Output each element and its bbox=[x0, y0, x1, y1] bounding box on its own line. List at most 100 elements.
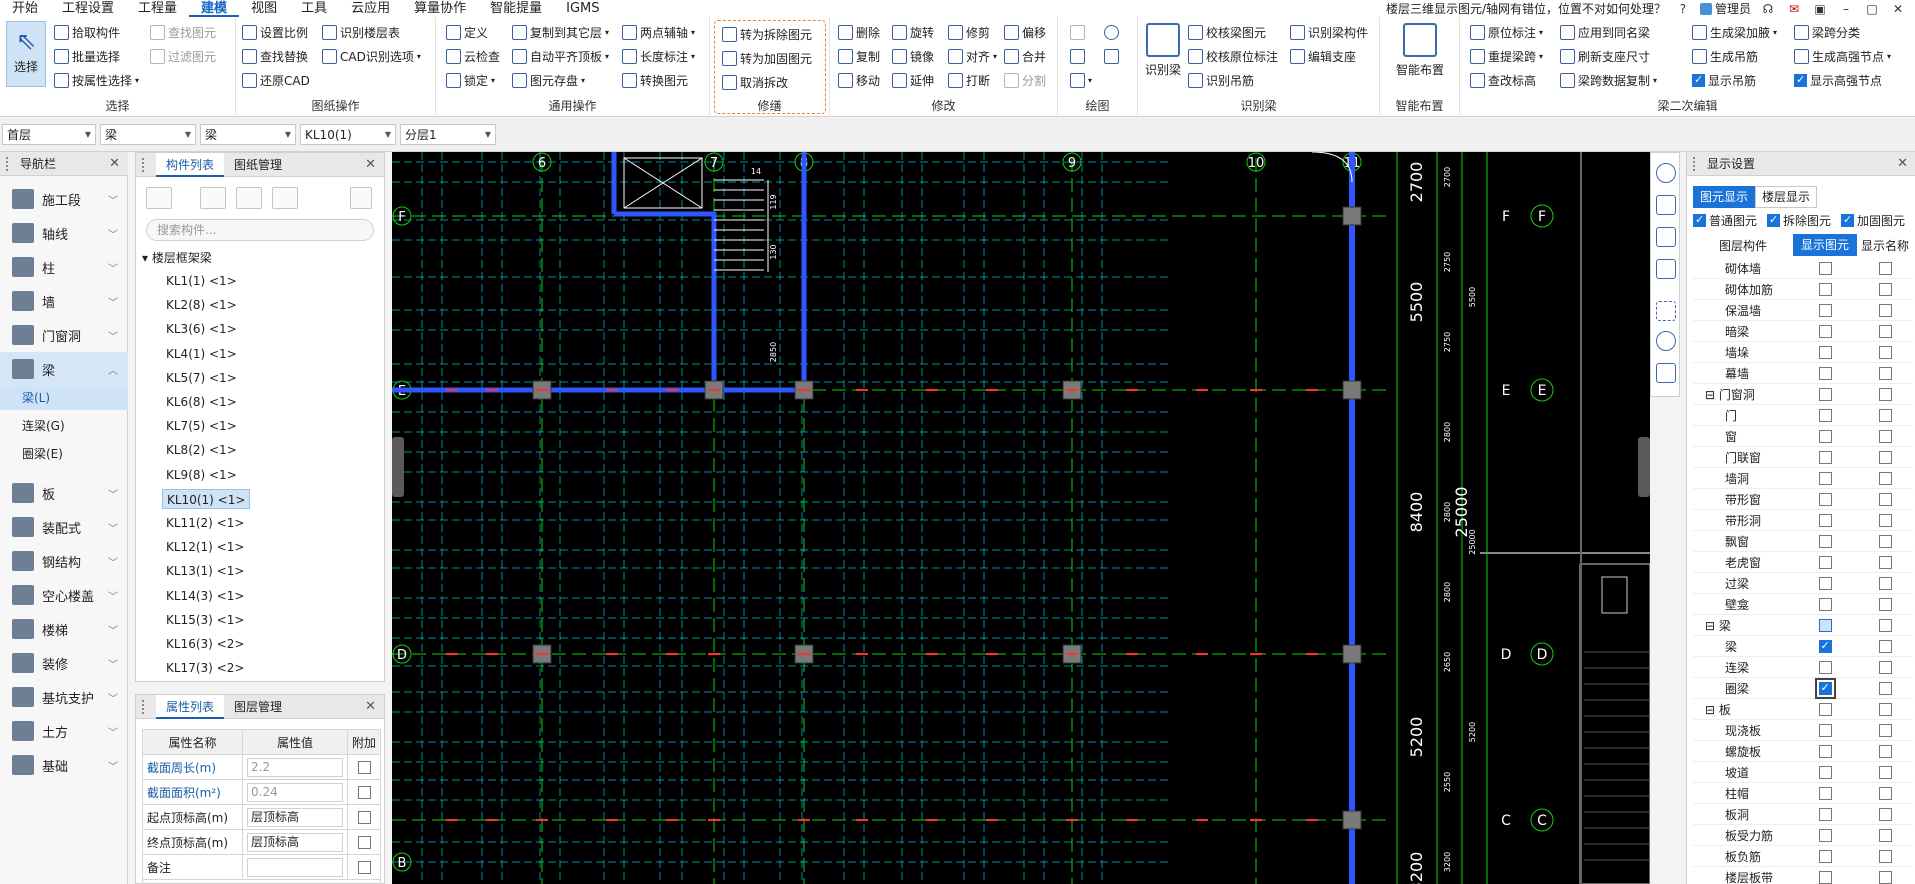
in-situ-label-button[interactable]: 原位标注 ▾ bbox=[1470, 21, 1543, 43]
nav-item-7[interactable]: 装配式 ﹀ bbox=[0, 510, 128, 544]
extra-checkbox[interactable] bbox=[357, 811, 371, 824]
nav-sub-item-0[interactable]: 梁(L) bbox=[0, 386, 128, 410]
layer-select[interactable]: 分层1 ▼ bbox=[400, 124, 496, 145]
nav-item-11[interactable]: 装修 ﹀ bbox=[0, 646, 128, 680]
list-item[interactable]: KL6(8) <1> bbox=[162, 392, 241, 412]
show-element-checkbox[interactable] bbox=[1818, 451, 1832, 464]
show-element-checkbox[interactable] bbox=[1818, 283, 1832, 296]
chevron-down-icon[interactable]: ﹀ bbox=[108, 520, 118, 535]
recognize-floor-table-button[interactable]: 识别楼层表 bbox=[322, 21, 400, 43]
grip-icon[interactable] bbox=[142, 699, 150, 714]
normal-element-toggle[interactable]: 普通图元 bbox=[1693, 212, 1757, 229]
nav-item-9[interactable]: 空心楼盖 ﹀ bbox=[0, 578, 128, 612]
show-hs-node-toggle[interactable]: 显示高强节点 bbox=[1794, 69, 1882, 91]
list-item[interactable]: KL2(8) <1> bbox=[162, 295, 241, 315]
list-item[interactable]: KL16(3) <2> bbox=[162, 634, 248, 654]
find-element-button[interactable]: 查找图元 bbox=[150, 21, 216, 43]
show-element-checkbox[interactable] bbox=[1818, 556, 1832, 569]
arc-draw-button[interactable]: ▾ bbox=[1070, 69, 1092, 91]
nav-item-6[interactable]: 板 ﹀ bbox=[0, 476, 128, 510]
move-button[interactable]: 移动 bbox=[838, 69, 880, 91]
type-select[interactable]: 梁 ▼ bbox=[200, 124, 296, 145]
show-element-checkbox[interactable] bbox=[1818, 871, 1832, 884]
show-name-checkbox[interactable] bbox=[1878, 262, 1892, 275]
list-item[interactable]: KL11(2) <1> bbox=[162, 513, 248, 533]
chevron-down-icon[interactable]: ﹀ bbox=[108, 690, 118, 705]
collapse-icon[interactable]: ⊟ bbox=[1705, 619, 1719, 633]
show-element-checkbox[interactable] bbox=[1818, 598, 1832, 611]
close-icon[interactable]: ✕ bbox=[1889, 2, 1907, 16]
menu-view[interactable]: 视图 bbox=[239, 0, 289, 17]
show-name-checkbox[interactable] bbox=[1878, 829, 1892, 842]
column[interactable] bbox=[1342, 380, 1362, 400]
new-component-icon[interactable] bbox=[146, 187, 172, 209]
chevron-down-icon[interactable]: ﹀ bbox=[108, 192, 118, 207]
recognize-beam-button[interactable]: 识别梁 bbox=[1142, 23, 1184, 78]
break-button[interactable]: 打断 bbox=[948, 69, 990, 91]
recognize-beam-comp-button[interactable]: 识别梁构件 bbox=[1290, 21, 1368, 43]
chevron-down-icon[interactable]: ﹀ bbox=[108, 294, 118, 309]
show-element-checkbox[interactable] bbox=[1818, 304, 1832, 317]
chevron-down-icon[interactable]: ﹀ bbox=[108, 328, 118, 343]
two-point-aux-axis-button[interactable]: 两点辅轴 ▾ bbox=[622, 21, 695, 43]
list-item[interactable]: KL12(1) <1> bbox=[162, 537, 248, 557]
show-name-checkbox[interactable] bbox=[1878, 871, 1892, 884]
show-name-checkbox[interactable] bbox=[1878, 430, 1892, 443]
show-hanger-toggle[interactable]: 显示吊筋 bbox=[1692, 69, 1756, 91]
nav-item-10[interactable]: 楼梯 ﹀ bbox=[0, 612, 128, 646]
list-item[interactable]: KL13(1) <1> bbox=[162, 561, 248, 581]
gen-haunch-button[interactable]: 生成梁加腋 ▾ bbox=[1692, 21, 1777, 43]
find-replace-button[interactable]: 查找替换 bbox=[242, 45, 308, 67]
chevron-down-icon[interactable]: ﹀ bbox=[108, 554, 118, 569]
chevron-down-icon[interactable]: ﹀ bbox=[108, 226, 118, 241]
cancel-renovation-button[interactable]: 取消拆改 bbox=[722, 71, 788, 93]
settings-icon[interactable] bbox=[1656, 331, 1676, 351]
menu-tools[interactable]: 工具 bbox=[289, 0, 339, 17]
menu-cloud[interactable]: 云应用 bbox=[339, 0, 402, 17]
extra-checkbox[interactable] bbox=[357, 861, 371, 874]
orbit-icon[interactable] bbox=[1656, 163, 1676, 183]
show-element-checkbox[interactable] bbox=[1818, 661, 1832, 674]
show-name-checkbox[interactable] bbox=[1878, 850, 1892, 863]
show-name-checkbox[interactable] bbox=[1878, 766, 1892, 779]
show-element-checkbox[interactable] bbox=[1818, 367, 1832, 380]
grip-icon[interactable] bbox=[1693, 156, 1701, 171]
menu-smart[interactable]: 智能提量 bbox=[478, 0, 554, 17]
show-element-checkbox[interactable] bbox=[1818, 724, 1832, 737]
offset-button[interactable]: 偏移 bbox=[1004, 21, 1046, 43]
show-name-checkbox[interactable] bbox=[1878, 451, 1892, 464]
to-demolish-button[interactable]: 转为拆除图元 bbox=[722, 23, 812, 45]
mail-icon[interactable]: ✉ bbox=[1785, 2, 1803, 16]
nav-item-5[interactable]: 梁 ︿ bbox=[0, 352, 128, 386]
prop-value-input[interactable]: 0.24 bbox=[247, 782, 343, 802]
show-name-checkbox[interactable] bbox=[1878, 724, 1892, 737]
prop-group-more[interactable]: + 钢筋业务属性 bbox=[141, 879, 382, 884]
menu-modeling[interactable]: 建模 bbox=[189, 0, 240, 17]
length-dimension-button[interactable]: 长度标注 ▾ bbox=[622, 45, 695, 67]
headset-icon[interactable]: ☊ bbox=[1759, 2, 1777, 16]
tree-root-frame-beam[interactable]: ▾ 楼层框架梁 bbox=[142, 249, 212, 266]
prop-value-input[interactable]: 2.2 bbox=[247, 757, 343, 777]
extra-checkbox[interactable] bbox=[357, 761, 371, 774]
show-name-checkbox[interactable] bbox=[1878, 745, 1892, 758]
mirror-button[interactable]: 镜像 bbox=[892, 45, 934, 67]
extend-button[interactable]: 延伸 bbox=[892, 69, 934, 91]
normal-checkbox[interactable] bbox=[1693, 213, 1706, 227]
column[interactable] bbox=[1342, 810, 1362, 830]
column[interactable] bbox=[1342, 644, 1362, 664]
maximize-icon[interactable]: □ bbox=[1863, 2, 1881, 16]
show-element-checkbox[interactable] bbox=[1818, 639, 1832, 653]
copy-to-floor-button[interactable]: 复制到其它层 ▾ bbox=[512, 21, 609, 43]
show-element-checkbox[interactable] bbox=[1818, 535, 1832, 548]
chevron-down-icon[interactable]: ﹀ bbox=[108, 486, 118, 501]
check-elevation-button[interactable]: 查改标高 bbox=[1470, 69, 1536, 91]
skin-icon[interactable]: ▣ bbox=[1811, 2, 1829, 16]
nav-item-3[interactable]: 墙 ﹀ bbox=[0, 284, 128, 318]
show-element-checkbox[interactable] bbox=[1818, 766, 1832, 779]
cad-drawing[interactable]: 67891011FFEEDDCCFEDB11913014285027005500… bbox=[392, 152, 1650, 884]
re-extract-span-button[interactable]: 重提梁跨 ▾ bbox=[1470, 45, 1543, 67]
list-item[interactable]: KL3(6) <1> bbox=[162, 319, 241, 339]
show-name-checkbox[interactable] bbox=[1878, 472, 1892, 485]
show-name-checkbox[interactable] bbox=[1878, 703, 1892, 716]
list-item[interactable]: KL15(3) <1> bbox=[162, 610, 248, 630]
